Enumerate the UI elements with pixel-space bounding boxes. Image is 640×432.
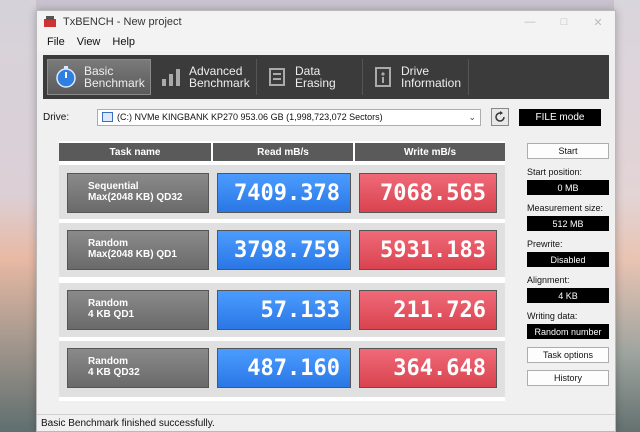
task-line2: 4 KB QD1: [88, 309, 135, 320]
drive-device-icon: [102, 112, 113, 122]
status-text: Basic Benchmark finished successfully.: [41, 417, 215, 429]
alignment-label: Alignment:: [527, 275, 570, 285]
tab-basic-benchmark[interactable]: Basic Benchmark: [47, 59, 151, 95]
bar-chart-icon: [162, 69, 180, 86]
task-line1: Sequential: [88, 181, 139, 192]
read-value: 57.133: [217, 290, 351, 330]
start-button[interactable]: Start: [527, 143, 609, 159]
tab-drive-information[interactable]: Drive Information: [365, 59, 469, 95]
app-logo-icon: [43, 15, 57, 29]
write-value: 7068.565: [359, 173, 497, 213]
writing-data-value[interactable]: Random number: [527, 324, 609, 339]
menu-help[interactable]: Help: [106, 36, 141, 48]
task-line2: Max(2048 KB) QD1: [88, 249, 177, 260]
task-line1: Random: [88, 356, 128, 367]
measurement-size-value[interactable]: 512 MB: [527, 216, 609, 231]
alignment-value[interactable]: 4 KB: [527, 288, 609, 303]
header-task-name: Task name: [59, 143, 211, 161]
app-window: TxBENCH - New project — □ ✕ File View He…: [36, 10, 616, 432]
refresh-icon: [495, 111, 505, 122]
main-toolbar: Basic Benchmark Advanced Benchmark Data Er…: [43, 55, 609, 99]
measurement-size-label: Measurement size:: [527, 203, 604, 213]
read-value: 3798.759: [217, 230, 351, 270]
start-position-label: Start position:: [527, 167, 583, 177]
drive-select[interactable]: (C:) NVMe KINGBANK KP270 953.06 GB (1,99…: [97, 108, 481, 126]
write-value: 5931.183: [359, 230, 497, 270]
drive-selected-value: (C:) NVMe KINGBANK KP270 953.06 GB (1,99…: [117, 112, 383, 122]
task-random-max-qd1[interactable]: Random Max(2048 KB) QD1: [67, 230, 209, 270]
menu-view[interactable]: View: [71, 36, 107, 48]
tab-advanced-benchmark[interactable]: Advanced Benchmark: [153, 59, 257, 95]
title-bar: TxBENCH - New project — □ ✕: [37, 11, 615, 33]
tab-advanced-line2: Benchmark: [189, 76, 250, 90]
task-random-4kb-qd1[interactable]: Random 4 KB QD1: [67, 290, 209, 330]
menu-file[interactable]: File: [41, 36, 71, 48]
tab-drive-line2: Information: [401, 76, 462, 90]
stopwatch-icon: [56, 66, 76, 88]
task-line1: Random: [88, 298, 128, 309]
prewrite-value[interactable]: Disabled: [527, 252, 609, 267]
task-line1: Random: [88, 238, 128, 249]
task-sequential-qd32[interactable]: Sequential Max(2048 KB) QD32: [67, 173, 209, 213]
write-value: 364.648: [359, 348, 497, 388]
header-write: Write mB/s: [355, 143, 505, 161]
eraser-icon: [269, 68, 285, 86]
desktop-background-right: [614, 0, 640, 432]
window-title: TxBENCH - New project: [63, 16, 182, 28]
tab-data-erasing[interactable]: Data Erasing: [259, 59, 363, 95]
drive-label: Drive:: [43, 111, 70, 123]
desktop-background-left: [0, 0, 36, 432]
start-position-value[interactable]: 0 MB: [527, 180, 609, 195]
writing-data-label: Writing data:: [527, 311, 578, 321]
tab-basic-line2: Benchmark: [84, 76, 145, 90]
file-mode-indicator[interactable]: FILE mode: [519, 108, 601, 126]
maximize-icon[interactable]: □: [547, 11, 581, 33]
benchmark-table: Task name Read mB/s Write mB/s Sequentia…: [59, 141, 505, 401]
minimize-icon[interactable]: —: [513, 11, 547, 33]
task-line2: Max(2048 KB) QD32: [88, 192, 183, 203]
read-value: 7409.378: [217, 173, 351, 213]
write-value: 211.726: [359, 290, 497, 330]
chevron-down-icon: ⌄: [468, 111, 476, 122]
header-read: Read mB/s: [213, 143, 353, 161]
refresh-button[interactable]: [491, 108, 509, 126]
tab-erasing-label: Data Erasing: [295, 64, 336, 90]
drive-info-icon: [375, 67, 391, 87]
prewrite-label: Prewrite:: [527, 239, 563, 249]
task-line2: 4 KB QD32: [88, 367, 140, 378]
status-bar: Basic Benchmark finished successfully.: [37, 414, 615, 431]
drive-row: Drive: (C:) NVMe KINGBANK KP270 953.06 G…: [43, 107, 609, 127]
menu-bar: File View Help: [37, 33, 615, 51]
read-value: 487.160: [217, 348, 351, 388]
task-options-button[interactable]: Task options: [527, 347, 609, 363]
settings-panel: Start Start position: 0 MB Measurement s…: [527, 143, 609, 386]
close-icon[interactable]: ✕: [581, 11, 615, 33]
history-button[interactable]: History: [527, 370, 609, 386]
task-random-4kb-qd32[interactable]: Random 4 KB QD32: [67, 348, 209, 388]
